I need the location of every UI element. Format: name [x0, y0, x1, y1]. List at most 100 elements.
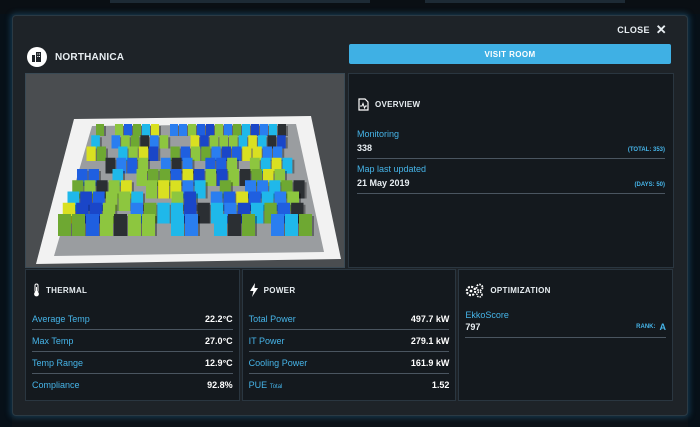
close-icon: ✕	[655, 22, 667, 37]
rank-value: A	[659, 322, 667, 332]
rack-block	[188, 124, 196, 136]
monitoring-value: 338	[357, 143, 373, 153]
rack-block	[228, 214, 241, 236]
metric-value: 161.9 kW	[410, 357, 450, 368]
rack-block	[159, 135, 169, 149]
document-pulse-icon	[358, 98, 369, 111]
rack-shadow	[168, 137, 171, 149]
rack-block	[128, 214, 141, 236]
optimization-title: OPTIMIZATION	[490, 286, 551, 295]
overview-panel: OVERVIEW Monitoring 338 (TOTAL: 353) Map…	[348, 73, 674, 268]
rack-block	[146, 180, 158, 199]
power-row-total: Total Power 497.7 kW	[248, 308, 450, 330]
rack-block	[157, 202, 170, 224]
map-updated-label: Map last updated	[357, 164, 427, 174]
close-label: CLOSE	[617, 25, 650, 35]
building-icon	[27, 47, 47, 67]
rack-block	[214, 214, 227, 236]
background-strip	[110, 0, 370, 3]
thermal-title: THERMAL	[46, 285, 88, 295]
ekkoscore-label: EkkoScore	[465, 310, 509, 320]
rack-block	[151, 124, 159, 136]
power-row-cooling: Cooling Power 161.9 kW	[248, 352, 450, 374]
rack-shadow	[304, 182, 307, 199]
rack-block	[115, 124, 123, 136]
rack-block	[299, 214, 312, 236]
rack-block	[127, 157, 138, 174]
site-details-modal: CLOSE ✕ NORTHANICA VISIT ROOM OVERVIEW M…	[12, 15, 688, 416]
optimization-panel: OPTIMIZATION EkkoScore 797 RANK: A	[458, 269, 674, 401]
thermal-panel: THERMAL Average Temp 22.2°C Max Temp 27.…	[25, 269, 240, 401]
metric-value: 22.2°C	[205, 313, 233, 324]
monitoring-total: (TOTAL: 353)	[627, 147, 665, 153]
site-header: NORTHANICA	[27, 47, 124, 67]
rack-shadow	[205, 182, 208, 199]
metric-label: Total Power	[248, 313, 296, 324]
metric-label: Compliance	[32, 379, 80, 390]
metric-value: 27.0°C	[205, 335, 233, 346]
rack-block	[278, 124, 286, 136]
rack-block	[170, 124, 178, 136]
rank: RANK: A	[636, 322, 666, 332]
metric-label: IT Power	[248, 335, 285, 346]
rack-shadow	[155, 216, 157, 236]
metric-value: 497.7 kW	[410, 313, 450, 324]
metric-value: 92.8%	[207, 379, 233, 390]
rack-block	[114, 214, 127, 236]
rank-label: RANK:	[636, 324, 656, 330]
rack-block	[224, 124, 232, 136]
rack-block	[215, 124, 223, 136]
metric-value: 279.1 kW	[410, 335, 450, 346]
rack-block	[142, 124, 150, 136]
monitoring-block: Monitoring 338 (TOTAL: 353)	[357, 129, 665, 159]
background-left-edge	[0, 14, 12, 427]
optimization-header: OPTIMIZATION	[465, 283, 550, 298]
thermal-header: THERMAL	[32, 283, 87, 297]
rack-shadow	[158, 148, 161, 161]
room-3d-map[interactable]	[25, 73, 345, 268]
visit-room-button[interactable]: VISIT ROOM	[349, 44, 671, 64]
thermal-row-max-temp: Max Temp 27.0°C	[32, 330, 233, 352]
rack-block	[233, 124, 241, 136]
rack-block	[118, 191, 131, 211]
background-header	[0, 0, 700, 14]
rack-shadow	[312, 216, 314, 236]
thermal-row-temp-range: Temp Range 12.9°C	[32, 352, 233, 374]
rack-shadow	[159, 126, 161, 136]
rack-block	[136, 169, 147, 186]
rack-block	[206, 124, 214, 136]
rack-block	[171, 214, 184, 236]
overview-title: OVERVIEW	[375, 100, 421, 109]
rack-shadow	[285, 137, 288, 149]
overview-header: OVERVIEW	[357, 98, 420, 111]
rack-shadow	[104, 126, 106, 136]
thermal-row-compliance: Compliance 92.8%	[32, 374, 233, 395]
rack-block	[58, 214, 71, 236]
rack-block	[242, 124, 250, 136]
rack-block	[149, 146, 159, 161]
pue-label: PUE	[248, 379, 268, 390]
rack-block	[285, 214, 298, 236]
metric-label: PUE Total	[249, 380, 283, 390]
power-row-it: IT Power 279.1 kW	[248, 330, 450, 352]
rack-shadow	[255, 216, 257, 236]
rack-block	[242, 214, 255, 236]
power-row-pue: PUE Total 1.52	[249, 374, 450, 395]
metric-label: Average Temp	[32, 313, 90, 324]
rack-shadow	[292, 159, 295, 174]
thermal-row-average-temp: Average Temp 22.2°C	[32, 308, 233, 330]
rack-block	[100, 214, 113, 236]
monitoring-label: Monitoring	[357, 129, 400, 139]
rack-block	[133, 124, 141, 136]
close-button[interactable]: CLOSE ✕	[617, 22, 667, 37]
rack-block	[260, 124, 268, 136]
ekkoscore-row: 797 RANK: A	[465, 320, 667, 338]
metric-label: Cooling Power	[248, 357, 308, 368]
metrics-section: THERMAL Average Temp 22.2°C Max Temp 27.…	[25, 269, 674, 401]
rack-block	[158, 180, 170, 199]
map-updated-date: 21 May 2019	[357, 178, 410, 188]
rack-block	[142, 214, 155, 236]
rack-block	[197, 124, 205, 136]
rack-block	[251, 124, 259, 136]
rack-block	[271, 214, 284, 236]
